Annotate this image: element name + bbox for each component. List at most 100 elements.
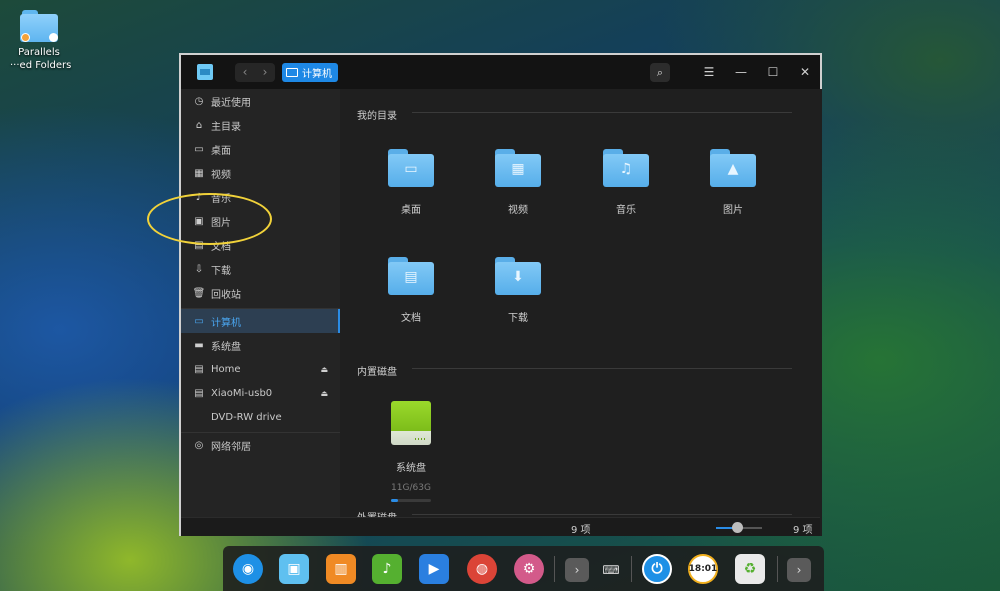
sidebar-item-xiaomi-usb[interactable]: ▤ XiaoMi-usb0 ⏏ xyxy=(181,381,340,405)
sidebar-item-label: 计算机 xyxy=(211,317,241,329)
computer-icon xyxy=(286,68,298,77)
folder-label: 桌面 xyxy=(401,205,421,216)
item-count-right: 9 项 xyxy=(793,525,813,536)
dock: ◉ ▣ ▥ ♪ ▶ ◍ ⚙ › ⌨ ⏻ 18:01 ♻ › xyxy=(223,546,824,591)
desktop-folder-icon: ▭ xyxy=(388,149,434,187)
disk-icon: ▬ xyxy=(194,339,204,351)
minimize-button[interactable]: — xyxy=(731,63,751,82)
keyboard-icon[interactable]: ⌨ xyxy=(599,558,623,582)
search-button[interactable]: ⌕ xyxy=(650,63,670,82)
clock-widget-icon[interactable]: 18:01 xyxy=(688,554,718,584)
launcher-icon[interactable]: ◉ xyxy=(233,554,263,584)
download-folder-icon: ⬇ xyxy=(495,257,541,295)
folder-videos[interactable]: ▦ 视频 xyxy=(478,149,558,216)
sidebar-item-network[interactable]: ◎ 网络邻居 xyxy=(181,433,340,457)
shared-folder-icon xyxy=(20,10,58,42)
back-button[interactable]: ‹ xyxy=(235,63,255,82)
system-disk-usage-fill xyxy=(391,499,398,502)
sidebar-item-label: 回收站 xyxy=(211,289,241,301)
sidebar-item-videos[interactable]: ▦ 视频 xyxy=(181,161,340,185)
sidebar-item-label: 下载 xyxy=(211,265,231,277)
dock-divider xyxy=(631,556,632,582)
file-manager-icon[interactable]: ▣ xyxy=(279,554,309,584)
desktop-icon-label-1: Parallels xyxy=(18,47,60,58)
clock-icon: ◷ xyxy=(194,95,204,107)
section-divider xyxy=(412,514,792,515)
sidebar-item-label: 系统盘 xyxy=(211,341,241,353)
titlebar: ‹ › 计算机 ⌕ ☰ — ☐ ✕ xyxy=(181,55,820,89)
folder-label: 下载 xyxy=(508,313,528,324)
app-store-icon[interactable]: ▥ xyxy=(326,554,356,584)
sidebar-item-label: 最近使用 xyxy=(211,97,251,109)
sidebar-item-desktop[interactable]: ▭ 桌面 xyxy=(181,137,340,161)
folder-downloads[interactable]: ⬇ 下载 xyxy=(478,257,558,324)
picture-folder-icon: ▲ xyxy=(710,149,756,187)
folder-label: 图片 xyxy=(723,205,743,216)
file-manager-logo-icon xyxy=(197,64,213,80)
system-disk-label: 系统盘 xyxy=(396,463,426,474)
sidebar-item-recent[interactable]: ◷ 最近使用 xyxy=(181,89,340,113)
close-button[interactable]: ✕ xyxy=(795,63,815,82)
item-count: 9 项 xyxy=(571,525,591,536)
sidebar-item-label: XiaoMi-usb0 xyxy=(211,387,273,399)
breadcrumb[interactable]: 计算机 xyxy=(282,63,338,82)
desktop-icon-parallels-shared-folders[interactable]: Parallels ···ed Folders xyxy=(10,10,71,72)
system-disk-usage-bar xyxy=(391,499,431,502)
folder-pictures[interactable]: ▲ 图片 xyxy=(693,149,773,216)
sidebar-item-trash[interactable]: 🗑 回收站 xyxy=(181,281,340,305)
breadcrumb-label: 计算机 xyxy=(302,69,332,80)
zoom-slider-handle[interactable] xyxy=(731,522,743,533)
folder-label: 音乐 xyxy=(616,205,636,216)
folder-desktop[interactable]: ▭ 桌面 xyxy=(371,149,451,216)
highlight-annotation xyxy=(147,193,272,245)
nav-buttons: ‹ › xyxy=(235,63,275,82)
eject-icon[interactable]: ⏏ xyxy=(320,365,328,374)
section-title-my-directories: 我的目录 xyxy=(357,111,397,122)
dock-divider xyxy=(554,556,555,582)
music-player-icon[interactable]: ♪ xyxy=(372,554,402,584)
video-icon: ▦ xyxy=(194,167,204,179)
expand-dock-icon[interactable]: › xyxy=(787,558,811,582)
document-folder-icon: ▤ xyxy=(388,257,434,295)
folder-label: 视频 xyxy=(508,205,528,216)
sidebar-item-downloads[interactable]: ⇩ 下载 xyxy=(181,257,340,281)
usb-drive-icon: ▤ xyxy=(194,387,204,399)
menu-button[interactable]: ☰ xyxy=(699,63,719,82)
folder-music[interactable]: ♫ 音乐 xyxy=(586,149,666,216)
sidebar-item-home-dir[interactable]: ⌂ 主目录 xyxy=(181,113,340,137)
home-icon: ⌂ xyxy=(195,119,203,131)
section-divider xyxy=(412,112,792,113)
file-manager-window: ‹ › 计算机 ⌕ ☰ — ☐ ✕ ◷ 最近使用 ⌂ 主目录 ▭ 桌面 ▦ 视频 xyxy=(179,53,822,536)
download-icon: ⇩ xyxy=(194,263,204,275)
recycle-bin-icon[interactable]: ♻ xyxy=(735,554,765,584)
power-icon[interactable]: ⏻ xyxy=(642,554,672,584)
music-folder-icon: ♫ xyxy=(603,149,649,187)
network-icon: ◎ xyxy=(194,439,204,451)
settings-icon[interactable]: ⚙ xyxy=(514,554,544,584)
drive-icon: ▤ xyxy=(194,363,204,375)
sidebar: ◷ 最近使用 ⌂ 主目录 ▭ 桌面 ▦ 视频 ♪ 音乐 ▣ 图片 ▤ 文档 ⇩ xyxy=(181,89,340,536)
status-bar: 9 项 9 项 xyxy=(181,517,820,536)
computer-icon: ▭ xyxy=(194,315,204,327)
maximize-button[interactable]: ☐ xyxy=(763,63,783,82)
system-disk-icon[interactable] xyxy=(391,401,431,445)
folder-documents[interactable]: ▤ 文档 xyxy=(371,257,451,324)
folder-label: 文档 xyxy=(401,313,421,324)
sidebar-item-label: 主目录 xyxy=(211,121,241,133)
sidebar-item-dvd-drive[interactable]: DVD-RW drive xyxy=(181,405,340,429)
dock-divider xyxy=(777,556,778,582)
forward-button[interactable]: › xyxy=(255,63,275,82)
sidebar-item-computer[interactable]: ▭ 计算机 xyxy=(181,309,340,333)
sidebar-item-system-disk[interactable]: ▬ 系统盘 xyxy=(181,333,340,357)
trash-icon: 🗑 xyxy=(192,287,206,299)
section-divider xyxy=(412,368,792,369)
sidebar-item-label: 视频 xyxy=(211,169,231,181)
main-content: 我的目录 ▭ 桌面 ▦ 视频 ♫ 音乐 ▲ 图片 ▤ 文档 ⬇ 下载 内置磁盘 … xyxy=(340,89,822,536)
section-title-internal-disks: 内置磁盘 xyxy=(357,367,397,378)
eject-icon[interactable]: ⏏ xyxy=(320,389,328,398)
movie-player-icon[interactable]: ▶ xyxy=(419,554,449,584)
sidebar-item-label: 桌面 xyxy=(211,145,231,157)
sidebar-item-home-drive[interactable]: ▤ Home ⏏ xyxy=(181,357,340,381)
expand-tray-icon[interactable]: › xyxy=(565,558,589,582)
chrome-icon[interactable]: ◍ xyxy=(467,554,497,584)
